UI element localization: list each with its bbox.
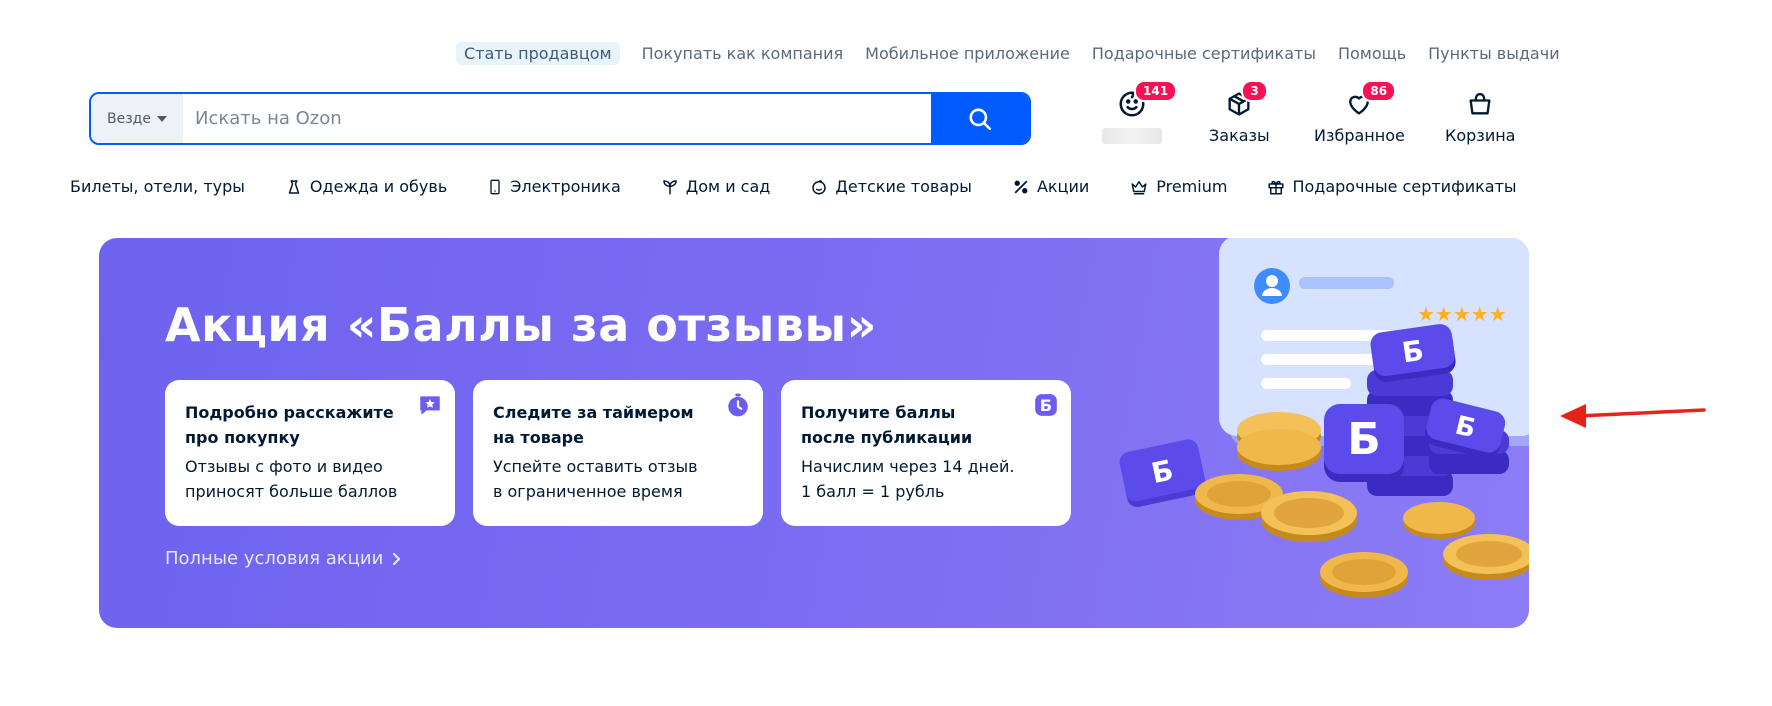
become-seller-link[interactable]: Стать продавцом [456,42,620,65]
annotation-arrow-icon [1560,404,1706,428]
card-description: Успейте оставить отзыв в ограниченное вр… [493,454,743,504]
category-clothing[interactable]: Одежда и обувь [285,177,447,196]
category-label: Подарочные сертификаты [1292,177,1517,196]
search-scope-label: Везде [107,110,151,127]
svg-text:Б: Б [1452,411,1478,445]
timer-icon [728,393,748,417]
dropdown-arrow-icon [156,115,167,122]
promo-card-timer: Следите за таймером на товаре Успейте ос… [473,380,763,526]
card-description: Начислим через 14 дней. 1 балл = 1 рубль [801,454,1051,504]
svg-text:★★★★★: ★★★★★ [1417,302,1507,326]
phone-icon [490,179,500,194]
card-desc-line: 1 балл = 1 рубль [801,482,945,501]
orders-badge: 3 [1241,80,1268,102]
star-chat-icon [420,396,440,415]
chevron-right-icon [393,552,401,565]
gift-certificates-link[interactable]: Подарочные сертификаты [1092,44,1316,63]
category-label: Premium [1156,177,1228,196]
card-title: Подробно расскажите про покупку [185,403,394,447]
orders-button[interactable]: 3 Заказы [1209,80,1270,145]
category-label: Электроника [510,177,621,196]
category-premium[interactable]: Premium [1129,177,1227,196]
category-label: Дом и сад [685,177,771,196]
svg-text:Б: Б [1149,453,1177,490]
card-title: Следите за таймером на товаре [493,403,694,447]
search-scope-select[interactable]: Везде [91,94,183,143]
profile-badge: 141 [1134,80,1178,102]
cart-label: Корзина [1445,126,1516,145]
svg-text:Б: Б [1040,396,1052,415]
category-nav: Билеты, отели, туры Одежда и обувь Элект… [70,177,1517,196]
promo-banner[interactable]: ★★★★★ Б Б Б Б Акция «Баллы за отзывы» По… [99,238,1529,628]
svg-text:Б: Б [1400,334,1426,370]
search-bar: Везде [89,92,1031,145]
search-input[interactable] [183,94,931,143]
category-label: Одежда и обувь [309,177,448,196]
category-label: Билеты, отели, туры [70,177,245,196]
mobile-app-link[interactable]: Мобильное приложение [865,44,1070,63]
category-sales[interactable]: Акции [1012,177,1089,196]
category-home-garden[interactable]: Дом и сад [661,177,771,196]
gift-icon [1268,180,1284,194]
favorites-label: Избранное [1314,126,1405,145]
card-desc-line: Отзывы с фото и видео [185,457,383,476]
svg-text:Б: Б [1347,414,1381,465]
category-label: Детские товары [835,177,972,196]
crown-icon [1131,180,1147,194]
top-links: Стать продавцом Покупать как компания Мо… [456,42,1560,65]
dress-icon [288,179,300,194]
card-desc-line: приносят больше баллов [185,482,398,501]
percent-icon [1014,180,1028,193]
profile-name-blurred [1102,128,1162,144]
card-description: Отзывы с фото и видео приносят больше ба… [185,454,435,504]
baby-icon [812,179,827,194]
card-title: Получите баллы после публикации [801,403,973,447]
category-electronics[interactable]: Электроника [487,177,621,196]
search-button[interactable] [931,94,1029,143]
buy-as-company-link[interactable]: Покупать как компания [642,44,844,63]
pickup-points-link[interactable]: Пункты выдачи [1428,44,1559,63]
orders-label: Заказы [1209,126,1270,145]
card-desc-line: Начислим через 14 дней. [801,457,1015,476]
category-gift-certificates[interactable]: Подарочные сертификаты [1267,177,1517,196]
favorites-button[interactable]: 86 Избранное [1314,80,1405,145]
bag-icon [1469,92,1491,115]
card-desc-line: в ограниченное время [493,482,683,501]
points-icon: Б [1035,394,1057,416]
promo-card-points: Получите баллы после публикации Начислим… [781,380,1071,526]
promo-card-describe: Подробно расскажите про покупку Отзывы с… [165,380,455,526]
help-link[interactable]: Помощь [1338,44,1406,63]
full-terms-link[interactable]: Полные условия акции [165,548,403,569]
category-kids[interactable]: Детские товары [810,177,972,196]
category-travel[interactable]: Билеты, отели, туры [70,177,245,196]
full-terms-label: Полные условия акции [165,548,384,569]
card-desc-line: Успейте оставить отзыв [493,457,698,476]
cart-button[interactable]: Корзина [1445,88,1515,145]
favorites-badge: 86 [1361,80,1397,102]
category-label: Акции [1036,177,1090,196]
search-icon [969,107,992,130]
sprout-icon [662,179,677,194]
banner-title: Акция «Баллы за отзывы» [165,298,877,352]
profile-button[interactable]: 141 [1102,80,1178,144]
